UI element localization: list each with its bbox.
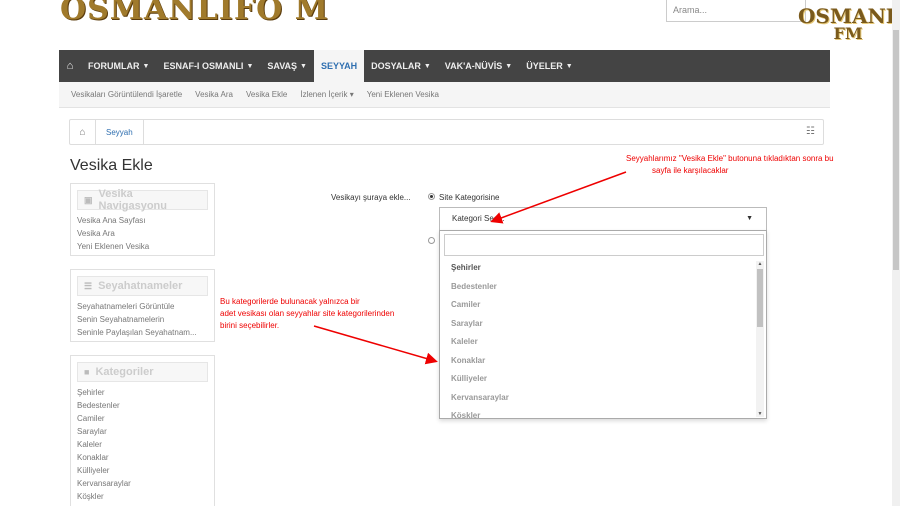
panel-link[interactable]: Vesika Ara: [71, 227, 214, 240]
dropdown-option[interactable]: Şehirler: [440, 259, 756, 278]
dropdown-option[interactable]: Bedestenler: [440, 278, 756, 297]
panel-link[interactable]: Yeni Eklenen Vesika: [71, 240, 214, 253]
breadcrumb-item-seyyah[interactable]: Seyyah: [96, 120, 144, 144]
dropdown-scrollbar-thumb[interactable]: [757, 269, 763, 327]
nav-item-forumlar[interactable]: FORUMLAR ▼: [81, 50, 156, 82]
caret-down-icon: ▼: [142, 62, 150, 70]
panel-link[interactable]: Şehirler: [71, 386, 214, 399]
dropdown-search-input[interactable]: [444, 234, 764, 256]
annotation-left-line1: Bu kategorilerde bulunacak yalnızca bir: [220, 297, 360, 306]
scroll-up-icon[interactable]: ▲: [756, 261, 764, 267]
caret-down-icon: ▼: [565, 62, 573, 70]
nav-item-esnaf[interactable]: ESNAF-I OSMANLI ▼: [156, 50, 260, 82]
destination-label: Vesikayı şuraya ekle...: [331, 193, 411, 202]
panel-link[interactable]: Külliyeler: [71, 464, 214, 477]
fm-logo-line2: FM: [833, 24, 863, 43]
dropdown-option[interactable]: Kaleler: [440, 333, 756, 352]
dropdown-option[interactable]: Kervansaraylar: [440, 389, 756, 408]
radio-site-category[interactable]: [428, 193, 435, 200]
page-title: Vesika Ekle: [70, 157, 153, 174]
annotation-top-line2: sayfa ile karşılacaklar: [652, 166, 729, 175]
nav-item-vakanuvis[interactable]: VAK'A-NÜVİS ▼: [438, 50, 519, 82]
page-scrollbar-thumb[interactable]: [893, 30, 899, 270]
dropdown-option[interactable]: Köşkler: [440, 407, 756, 418]
nav-label: ESNAF-I OSMANLI: [163, 61, 244, 71]
fm-logo-line1: OSMANLİ: [798, 4, 900, 28]
caret-down-icon: ▼: [505, 62, 513, 70]
site-logo[interactable]: OSMANLIFO M: [60, 0, 329, 27]
subnav-watched[interactable]: İzlenen İçerik ▾: [300, 90, 353, 99]
breadcrumb: ⌂ Seyyah ☷: [69, 119, 824, 145]
panel-vesika-navigasyonu: ▣ Vesika Navigasyonu Vesika Ana Sayfası V…: [70, 183, 215, 256]
caret-down-icon: ▼: [423, 62, 431, 70]
panel-title: Vesika Navigasyonu: [98, 188, 167, 212]
panel-link[interactable]: Kervansaraylar: [71, 477, 214, 490]
search-input[interactable]: Arama...: [666, 0, 806, 22]
nav-label: SEYYAH: [320, 61, 358, 71]
dropdown-options: Şehirler Bedestenler Camiler Saraylar Ka…: [440, 259, 756, 418]
breadcrumb-home-icon[interactable]: ⌂: [70, 120, 96, 144]
category-select[interactable]: Kategori Seç... ▼: [439, 207, 767, 231]
subnav-search[interactable]: Vesika Ara: [195, 90, 233, 99]
nav-label: VAK'A-NÜVİS: [444, 61, 503, 71]
panel-header: ☰ Seyahatnameler: [77, 276, 208, 296]
panel-link[interactable]: Bedestenler: [71, 399, 214, 412]
panel-header: ▣ Vesika Navigasyonu: [77, 188, 208, 212]
panel-link[interactable]: Kaleler: [71, 438, 214, 451]
sub-navbar: Vesikaları Görüntülendi İşaretle Vesika …: [59, 82, 830, 108]
dropdown-option[interactable]: Camiler: [440, 296, 756, 315]
annotation-left-line2: adet vesikası olan seyyahlar site katego…: [220, 309, 395, 318]
nav-item-seyyah[interactable]: SEYYAH: [313, 50, 365, 82]
subnav-mark-viewed[interactable]: Vesikaları Görüntülendi İşaretle: [71, 90, 182, 99]
nav-item-uyeler[interactable]: ÜYELER ▼: [519, 50, 579, 82]
nav-item-savas[interactable]: SAVAŞ ▼: [260, 50, 314, 82]
panel-link[interactable]: Seyahatnameleri Görüntüle: [71, 300, 214, 313]
annotation-top-line1: Seyyahlarımız "Vesika Ekle" butonuna tık…: [626, 154, 834, 163]
annotation-left-line3: birini seçebilirler.: [220, 321, 280, 330]
caret-down-icon: ▼: [300, 62, 307, 70]
scroll-down-icon[interactable]: ▼: [756, 411, 764, 417]
panel-link[interactable]: Senin Seyahatnamelerin: [71, 313, 214, 326]
panel-link[interactable]: Camiler: [71, 412, 214, 425]
caret-down-icon: ▼: [746, 215, 753, 222]
panel-link[interactable]: Saraylar: [71, 425, 214, 438]
main-navbar: ⌂ FORUMLAR ▼ ESNAF-I OSMANLI ▼ SAVAŞ ▼ SEYY…: [59, 50, 830, 82]
panel-link[interactable]: Seninle Paylaşılan Seyahatnam...: [71, 326, 214, 339]
subnav-add[interactable]: Vesika Ekle: [246, 90, 287, 99]
compass-icon: ▣: [84, 194, 93, 205]
folder-icon: ■: [84, 367, 90, 377]
nav-label: FORUMLAR: [88, 61, 140, 71]
list-icon: ☰: [84, 280, 93, 291]
panel-header: ■ Kategoriler: [77, 362, 208, 382]
radio-other[interactable]: [428, 237, 435, 244]
dropdown-option[interactable]: Saraylar: [440, 315, 756, 334]
panel-link[interactable]: Konaklar: [71, 451, 214, 464]
sitemap-icon[interactable]: ☷: [806, 126, 815, 137]
radio-site-category-label: Site Kategorisine: [439, 193, 500, 202]
dropdown-option[interactable]: Külliyeler: [440, 370, 756, 389]
annotation-top: Seyyahlarımız "Vesika Ekle" butonuna tık…: [626, 153, 834, 177]
panel-kategoriler: ■ Kategoriler Şehirler Bedestenler Camile…: [70, 355, 215, 506]
category-dropdown: Şehirler Bedestenler Camiler Saraylar Ka…: [439, 230, 767, 419]
caret-down-icon: ▼: [246, 62, 254, 70]
panel-title: Seyahatnameler: [98, 280, 183, 292]
category-select-value: Kategori Seç...: [452, 214, 505, 223]
nav-label: SAVAŞ: [267, 61, 298, 71]
panel-link[interactable]: Köşkler: [71, 490, 214, 503]
nav-label: ÜYELER: [526, 61, 563, 71]
subnav-new[interactable]: Yeni Eklenen Vesika: [367, 90, 439, 99]
dropdown-option[interactable]: Konaklar: [440, 352, 756, 371]
nav-item-dosyalar[interactable]: DOSYALAR ▼: [364, 50, 438, 82]
panel-link[interactable]: Vesika Ana Sayfası: [71, 214, 214, 227]
page-scrollbar[interactable]: [892, 0, 900, 506]
radio-fm-logo[interactable]: OSMANLİ FM: [798, 4, 900, 43]
nav-label: DOSYALAR: [371, 61, 421, 71]
panel-title: Kategoriler: [95, 366, 154, 378]
dropdown-scrollbar[interactable]: ▲ ▼: [756, 261, 764, 417]
home-icon[interactable]: ⌂: [59, 50, 81, 82]
panel-seyahatnameler: ☰ Seyahatnameler Seyahatnameleri Görüntül…: [70, 269, 215, 342]
annotation-left: Bu kategorilerde bulunacak yalnızca bir …: [220, 296, 394, 332]
